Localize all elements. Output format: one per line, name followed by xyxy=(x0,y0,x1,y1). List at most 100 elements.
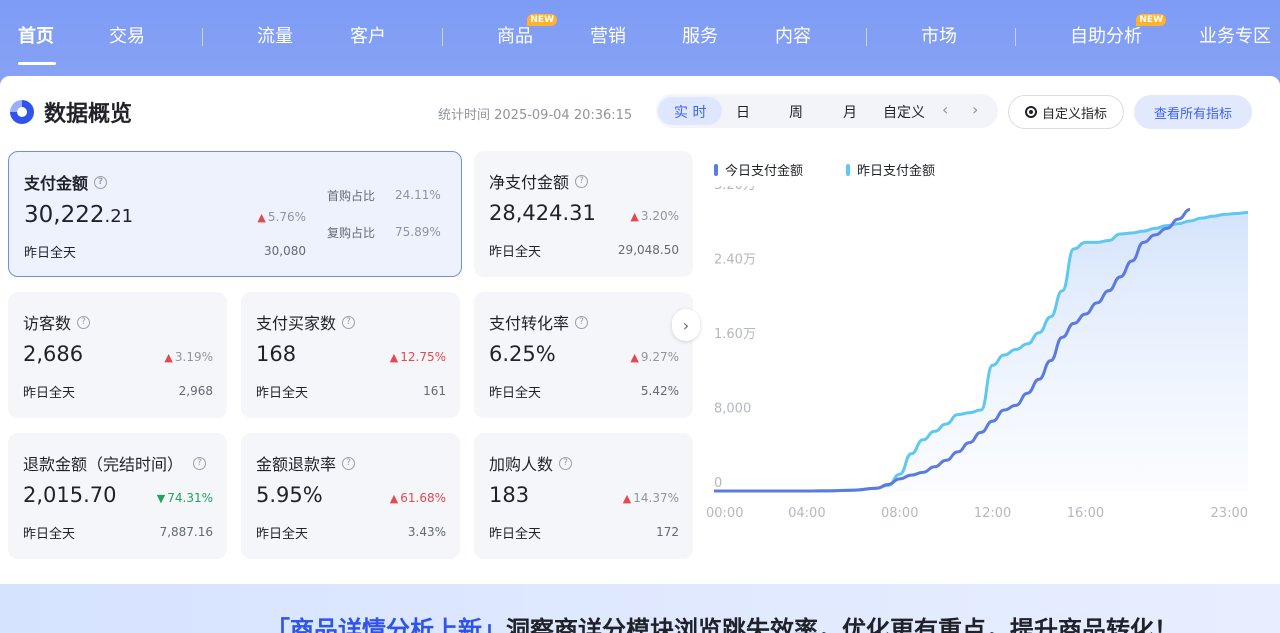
metric-change: ▲ 12.75% xyxy=(390,350,446,364)
y-tick-label: 8,000 xyxy=(714,402,751,417)
nav-item-product[interactable]: 商品 NEW xyxy=(497,14,557,48)
banner-highlight: 「商品详情分析上新」 xyxy=(266,616,506,633)
triangle-up-icon: ▲ xyxy=(630,351,639,364)
legend-label: 昨日支付金额 xyxy=(857,164,936,179)
x-tick-label: 12:00 xyxy=(974,506,1011,521)
next-page-button[interactable]: › xyxy=(672,309,700,341)
metric-label: 金额退款率? xyxy=(256,451,356,475)
yesterday-label: 昨日全天 xyxy=(24,246,77,261)
help-icon[interactable]: ? xyxy=(342,315,356,329)
yesterday-label: 昨日全天 xyxy=(256,527,309,542)
tab-realtime[interactable]: 实 时 xyxy=(658,97,723,125)
metric-label-text: 支付金额 xyxy=(24,174,89,193)
page-title: 数据概览 xyxy=(44,102,133,127)
x-tick-label: 00:00 xyxy=(706,506,743,521)
metric-value: 5.95% xyxy=(256,483,323,507)
help-icon[interactable]: ? xyxy=(575,174,589,188)
metric-card-conversion[interactable]: 支付转化率? 6.25% ▲ 9.27% 昨日全天 5.42% xyxy=(474,292,693,418)
overview-logo-icon xyxy=(10,100,34,124)
metric-label: 访客数? xyxy=(23,310,91,334)
metric-value-int: 30,222 xyxy=(24,202,105,228)
nav-divider xyxy=(1015,28,1016,46)
metric-card-add-to-cart[interactable]: 加购人数? 183 ▲ 14.37% 昨日全天 172 xyxy=(474,433,693,559)
help-icon[interactable]: ? xyxy=(575,315,589,329)
data-overview-panel: 数据概览 统计时间 2025-09-04 20:36:15 实 时 日 周 月 … xyxy=(0,76,1280,584)
tab-day[interactable]: 日 xyxy=(736,102,750,122)
nav-item-service[interactable]: 服务 xyxy=(682,22,718,48)
panel-body: 数据概览 统计时间 2025-09-04 20:36:15 实 时 日 周 月 … xyxy=(0,76,1280,584)
metric-change: ▲ 3.19% xyxy=(164,350,213,364)
nav-item-customer[interactable]: 客户 xyxy=(350,22,386,48)
metric-change-value: 74.31% xyxy=(167,491,213,505)
series-area-yesterday xyxy=(714,212,1248,491)
yesterday-label: 昨日全天 xyxy=(489,245,542,260)
y-tick-label: 3.20万 xyxy=(714,186,756,193)
legend-item-today[interactable]: 今日支付金额 xyxy=(714,160,803,179)
legend-item-yesterday[interactable]: 昨日支付金额 xyxy=(846,160,935,179)
help-icon[interactable]: ? xyxy=(77,315,91,329)
triangle-up-icon: ▲ xyxy=(389,351,399,364)
nav-item-content[interactable]: 内容 xyxy=(775,22,811,48)
metric-change: ▲ 9.27% xyxy=(630,350,679,364)
y-tick-label: 1.60万 xyxy=(714,327,756,342)
metric-value: 168 xyxy=(256,342,297,366)
metric-card-buyers[interactable]: 支付买家数? 168 ▲ 12.75% 昨日全天 161 xyxy=(241,292,460,418)
help-icon[interactable]: ? xyxy=(342,456,356,470)
nav-item-traffic[interactable]: 流量 xyxy=(257,22,293,48)
new-badge: NEW xyxy=(527,14,557,26)
yesterday-label: 昨日全天 xyxy=(23,527,76,542)
nav-item-business-zone[interactable]: 业务专区 xyxy=(1199,22,1271,48)
x-tick-label: 08:00 xyxy=(881,506,918,521)
yesterday-value: 5.42% xyxy=(640,384,679,398)
nav-item-self-analysis-label: 自助分析 xyxy=(1070,26,1142,47)
yesterday-label: 昨日全天 xyxy=(23,386,76,401)
nav-item-market[interactable]: 市场 xyxy=(921,22,957,48)
help-icon[interactable]: ? xyxy=(559,456,573,470)
payment-trend-chart: 0 8,000 1.60万 2.40万 3.20万 00:00 04:00 08:00 12:0… xyxy=(706,186,1249,521)
metric-label-text: 退款金额（完结时间） xyxy=(23,455,184,474)
yesterday-value: 2,968 xyxy=(178,384,213,398)
metric-label: 支付金额 ? xyxy=(24,170,108,194)
metric-change: ▼ 74.31% xyxy=(157,491,213,505)
metric-card-refund-amount[interactable]: 退款金额（完结时间）? 2,015.70 ▼ 74.31% 昨日全天 7,887.… xyxy=(8,433,227,559)
nav-item-self-analysis[interactable]: 自助分析 NEW xyxy=(1070,14,1166,48)
custom-metric-button[interactable]: 自定义指标 xyxy=(1008,95,1124,129)
metric-change: ▲ 5.76% xyxy=(257,210,306,224)
chevron-right-icon[interactable]: › xyxy=(972,100,978,119)
metric-card-payment-amount[interactable]: 支付金额 ? 30,222.21 ▲ 5.76% 昨日全天 30,080 首购占比… xyxy=(8,151,462,277)
promo-banner[interactable]: 「商品详情分析上新」洞察商详分模块浏览跳失效率，优化更有重点，提升商品转化！ xyxy=(0,584,1280,633)
triangle-up-icon: ▲ xyxy=(622,492,632,505)
chevron-right-icon: › xyxy=(682,315,690,335)
tab-month[interactable]: 月 xyxy=(843,102,857,122)
first-buy-label: 首购占比 xyxy=(327,189,376,203)
x-tick-label: 04:00 xyxy=(788,506,825,521)
yesterday-value: 172 xyxy=(656,525,679,539)
metric-label: 净支付金额? xyxy=(489,169,589,193)
metric-value: 30,222.21 xyxy=(24,202,133,228)
metric-label: 支付转化率? xyxy=(489,310,589,334)
top-nav: 首页 交易 流量 客户 商品 NEW 营销 服务 内容 市场 自助分析 NEW … xyxy=(0,0,1280,72)
yesterday-value: 3.43% xyxy=(407,525,446,539)
metric-card-net-payment[interactable]: 净支付金额? 28,424.31 ▲ 3.20% 昨日全天 29,048.50 xyxy=(474,151,693,277)
metric-change-value: 61.68% xyxy=(400,491,446,505)
metric-change-value: 3.19% xyxy=(174,350,213,364)
metric-card-refund-rate[interactable]: 金额退款率? 5.95% ▲ 61.68% 昨日全天 3.43% xyxy=(241,433,460,559)
nav-item-trade[interactable]: 交易 xyxy=(109,22,145,48)
view-all-metrics-button[interactable]: 查看所有指标 xyxy=(1134,95,1252,129)
x-tick-label: 23:00 xyxy=(1211,506,1248,521)
yesterday-label: 昨日全天 xyxy=(489,386,542,401)
help-icon[interactable]: ? xyxy=(193,456,207,470)
nav-item-home[interactable]: 首页 xyxy=(18,22,54,48)
help-icon[interactable]: ? xyxy=(94,175,108,189)
nav-item-product-label: 商品 xyxy=(497,26,533,47)
legend-swatch xyxy=(846,163,850,176)
metric-label-text: 加购人数 xyxy=(489,455,554,474)
metric-label-text: 金额退款率 xyxy=(256,455,337,474)
target-icon xyxy=(1024,106,1037,118)
metric-card-visitors[interactable]: 访客数? 2,686 ▲ 3.19% 昨日全天 2,968 xyxy=(8,292,227,418)
nav-item-marketing[interactable]: 营销 xyxy=(590,22,626,48)
yesterday-value: 161 xyxy=(423,384,446,398)
tab-week[interactable]: 周 xyxy=(789,102,803,122)
tab-custom[interactable]: 自定义 xyxy=(883,102,925,122)
chevron-left-icon[interactable]: ‹ xyxy=(942,100,948,119)
